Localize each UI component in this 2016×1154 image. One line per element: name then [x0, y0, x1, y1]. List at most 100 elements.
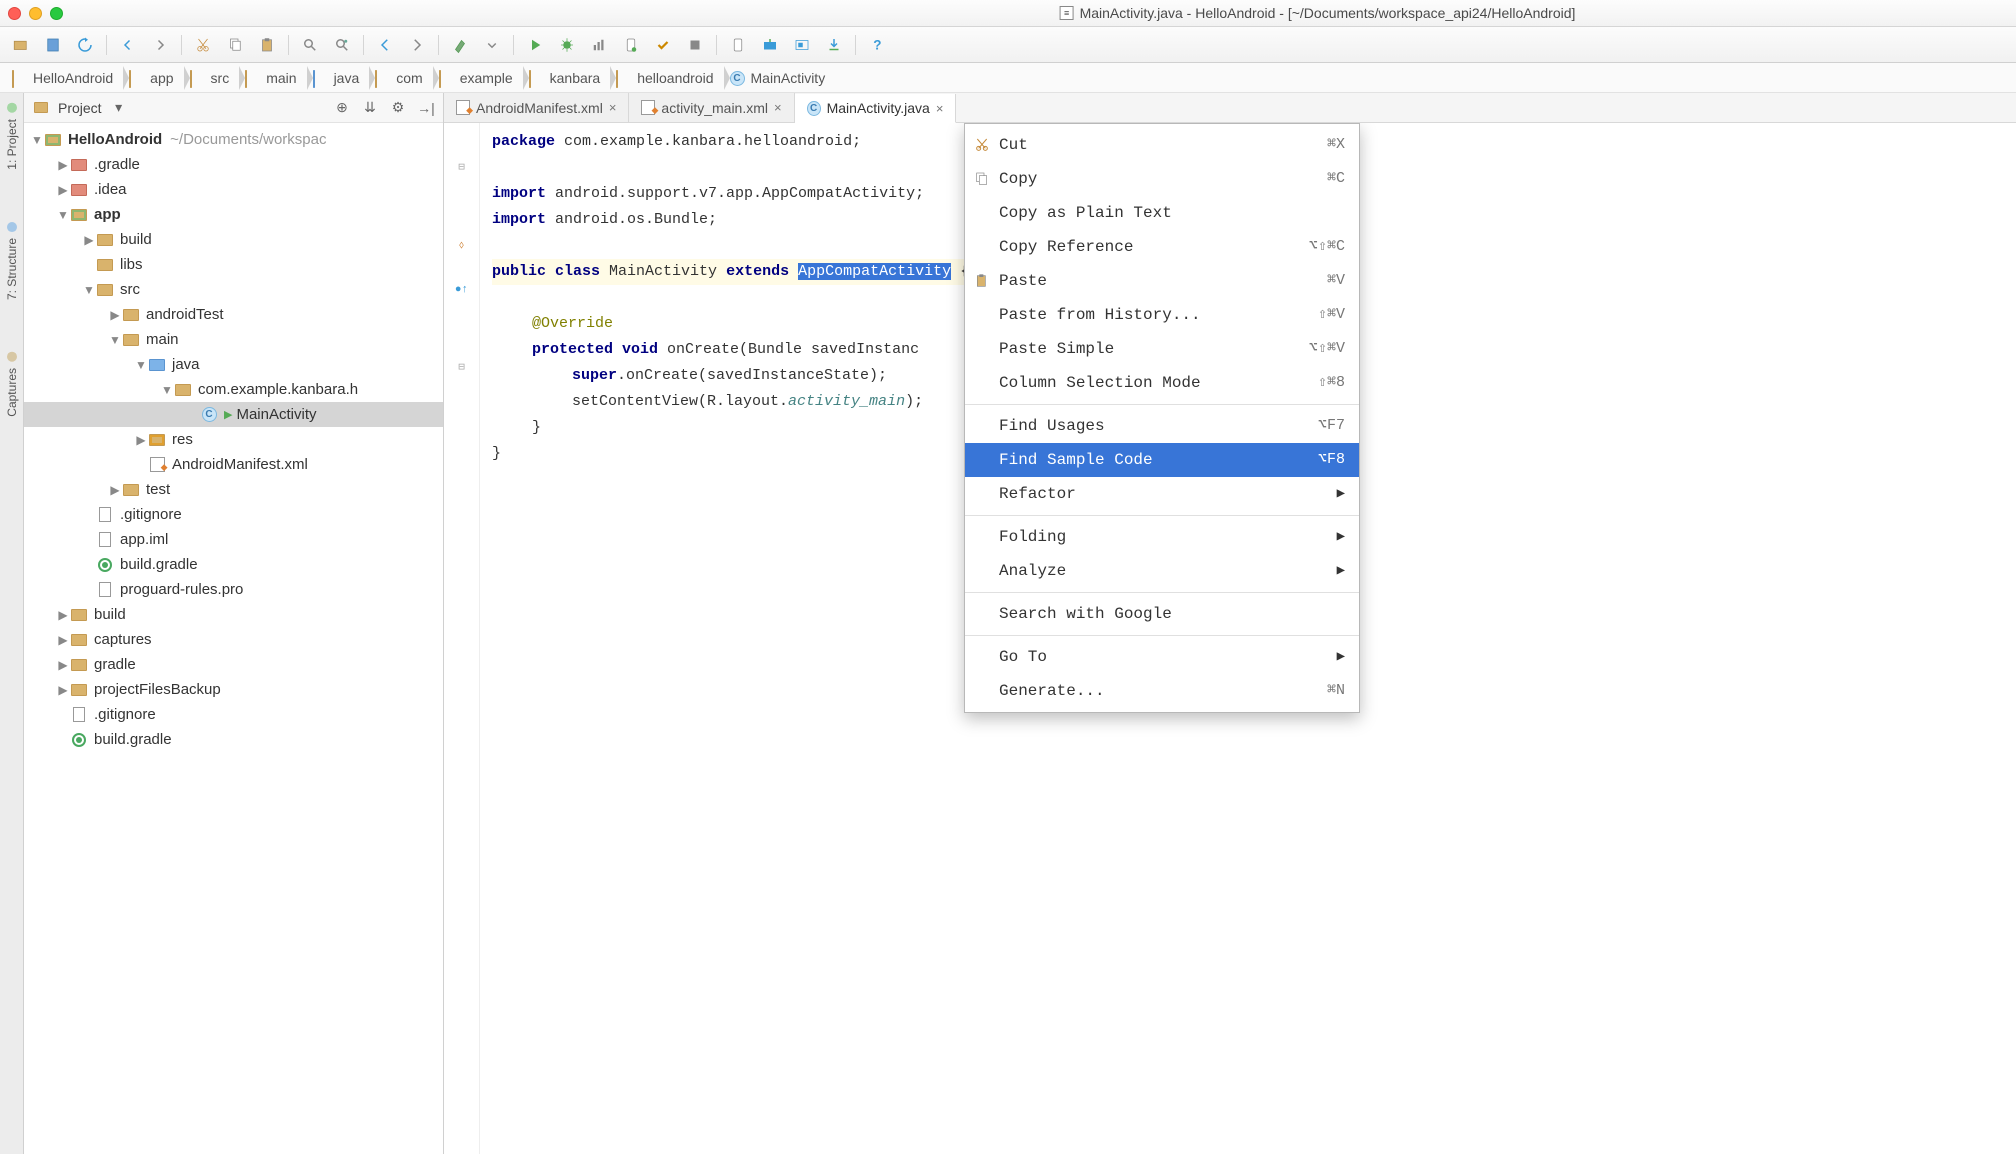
- avd-button[interactable]: [723, 32, 753, 58]
- collapse-icon[interactable]: ⇊: [359, 97, 381, 119]
- expand-arrow-icon[interactable]: ▼: [160, 383, 174, 397]
- sdk-button[interactable]: [755, 32, 785, 58]
- save-button[interactable]: [38, 32, 68, 58]
- expand-arrow-icon[interactable]: ▶: [108, 308, 122, 322]
- editor-tab[interactable]: activity_main.xml×: [629, 93, 794, 122]
- target-icon[interactable]: ⊕: [331, 97, 353, 119]
- expand-arrow-icon[interactable]: ▶: [56, 158, 70, 172]
- close-tab-icon[interactable]: ×: [936, 101, 944, 116]
- context-menu-item[interactable]: Find Usages⌥F7: [965, 409, 1359, 443]
- breadcrumb-item[interactable]: kanbara: [523, 67, 611, 89]
- context-menu-item[interactable]: Find Sample Code⌥F8: [965, 443, 1359, 477]
- breadcrumb-item[interactable]: HelloAndroid: [6, 67, 123, 89]
- replace-button[interactable]: [327, 32, 357, 58]
- project-panel-title[interactable]: Project: [58, 100, 102, 116]
- breadcrumb-item[interactable]: src: [184, 67, 240, 89]
- expand-arrow-icon[interactable]: ▼: [108, 333, 122, 347]
- tree-row[interactable]: AndroidManifest.xml: [24, 452, 443, 477]
- expand-arrow-icon[interactable]: ▶: [56, 658, 70, 672]
- close-tab-icon[interactable]: ×: [774, 100, 782, 115]
- tree-row[interactable]: C▶MainActivity: [24, 402, 443, 427]
- cut-button[interactable]: [188, 32, 218, 58]
- breadcrumb-item[interactable]: com: [369, 67, 432, 89]
- tree-row[interactable]: ▶build: [24, 602, 443, 627]
- tree-row[interactable]: .gitignore: [24, 702, 443, 727]
- context-menu-item[interactable]: Analyze▶: [965, 554, 1359, 588]
- rail-tab[interactable]: 7: Structure: [3, 216, 21, 306]
- tree-row[interactable]: .gitignore: [24, 502, 443, 527]
- settings-icon[interactable]: ⚙: [387, 97, 409, 119]
- context-menu-item[interactable]: Paste⌘V: [965, 264, 1359, 298]
- close-window-button[interactable]: [8, 7, 21, 20]
- layout-inspector-button[interactable]: [787, 32, 817, 58]
- tree-row[interactable]: ▶.gradle: [24, 152, 443, 177]
- breadcrumb-item[interactable]: helloandroid: [610, 67, 723, 89]
- forward-button[interactable]: [402, 32, 432, 58]
- redo-button[interactable]: [145, 32, 175, 58]
- code-content[interactable]: package com.example.kanbara.helloandroid…: [480, 123, 969, 1154]
- expand-arrow-icon[interactable]: ▶: [82, 233, 96, 247]
- breadcrumb-item[interactable]: java: [307, 67, 370, 89]
- help-button[interactable]: ?: [862, 32, 892, 58]
- context-menu-item[interactable]: Generate...⌘N: [965, 674, 1359, 708]
- context-menu-item[interactable]: Search with Google: [965, 597, 1359, 631]
- tree-row[interactable]: libs: [24, 252, 443, 277]
- breadcrumb-item[interactable]: main: [239, 67, 306, 89]
- tree-row[interactable]: ▼app: [24, 202, 443, 227]
- tree-row[interactable]: ▶gradle: [24, 652, 443, 677]
- rail-tab[interactable]: 1: Project: [3, 97, 21, 176]
- context-menu-item[interactable]: Refactor▶: [965, 477, 1359, 511]
- paste-button[interactable]: [252, 32, 282, 58]
- dropdown-icon[interactable]: [477, 32, 507, 58]
- context-menu-item[interactable]: Paste Simple⌥⇧⌘V: [965, 332, 1359, 366]
- expand-arrow-icon[interactable]: ▶: [108, 483, 122, 497]
- close-tab-icon[interactable]: ×: [609, 100, 617, 115]
- stop-button[interactable]: [680, 32, 710, 58]
- fold-end-icon[interactable]: ⊟: [453, 359, 471, 377]
- breadcrumb-item[interactable]: app: [123, 67, 183, 89]
- breadcrumb-item[interactable]: CMainActivity: [724, 67, 836, 89]
- apply-changes-button[interactable]: [648, 32, 678, 58]
- tree-row[interactable]: ▶res: [24, 427, 443, 452]
- attach-button[interactable]: [616, 32, 646, 58]
- context-menu-item[interactable]: Folding▶: [965, 520, 1359, 554]
- context-menu-item[interactable]: Column Selection Mode⇧⌘8: [965, 366, 1359, 400]
- sync-button[interactable]: [70, 32, 100, 58]
- copy-button[interactable]: [220, 32, 250, 58]
- profile-button[interactable]: [584, 32, 614, 58]
- project-view-icon[interactable]: [30, 97, 52, 119]
- editor-tab[interactable]: CMainActivity.java×: [795, 94, 957, 123]
- run-button[interactable]: [520, 32, 550, 58]
- open-button[interactable]: [6, 32, 36, 58]
- tree-row[interactable]: proguard-rules.pro: [24, 577, 443, 602]
- dropdown-icon[interactable]: ▾: [108, 97, 130, 119]
- tree-row[interactable]: ▼HelloAndroid~/Documents/workspac: [24, 127, 443, 152]
- tree-row[interactable]: build.gradle: [24, 727, 443, 752]
- context-menu-item[interactable]: Copy as Plain Text: [965, 196, 1359, 230]
- maximize-window-button[interactable]: [50, 7, 63, 20]
- context-menu-item[interactable]: Copy Reference⌥⇧⌘C: [965, 230, 1359, 264]
- expand-arrow-icon[interactable]: ▶: [134, 433, 148, 447]
- tree-row[interactable]: app.iml: [24, 527, 443, 552]
- minimize-window-button[interactable]: [29, 7, 42, 20]
- expand-arrow-icon[interactable]: ▼: [82, 283, 96, 297]
- context-menu-item[interactable]: Cut⌘X: [965, 128, 1359, 162]
- context-menu-item[interactable]: Copy⌘C: [965, 162, 1359, 196]
- breadcrumb-item[interactable]: example: [433, 67, 523, 89]
- expand-arrow-icon[interactable]: ▼: [56, 208, 70, 222]
- implements-icon[interactable]: ●↑: [453, 281, 471, 299]
- expand-arrow-icon[interactable]: ▶: [56, 608, 70, 622]
- tree-row[interactable]: build.gradle: [24, 552, 443, 577]
- tree-row[interactable]: ▶.idea: [24, 177, 443, 202]
- tree-row[interactable]: ▶projectFilesBackup: [24, 677, 443, 702]
- editor[interactable]: ⊟ ⬨ ●↑ ⊟ package com.example.kanbara.hel…: [444, 123, 2016, 1154]
- context-menu-item[interactable]: Go To▶: [965, 640, 1359, 674]
- tree-row[interactable]: ▶build: [24, 227, 443, 252]
- back-button[interactable]: [370, 32, 400, 58]
- expand-arrow-icon[interactable]: ▶: [56, 183, 70, 197]
- tree-row[interactable]: ▼main: [24, 327, 443, 352]
- editor-tab[interactable]: AndroidManifest.xml×: [444, 93, 629, 122]
- rail-tab[interactable]: Captures: [3, 346, 21, 423]
- hide-icon[interactable]: →|: [415, 97, 437, 119]
- tree-row[interactable]: ▼com.example.kanbara.h: [24, 377, 443, 402]
